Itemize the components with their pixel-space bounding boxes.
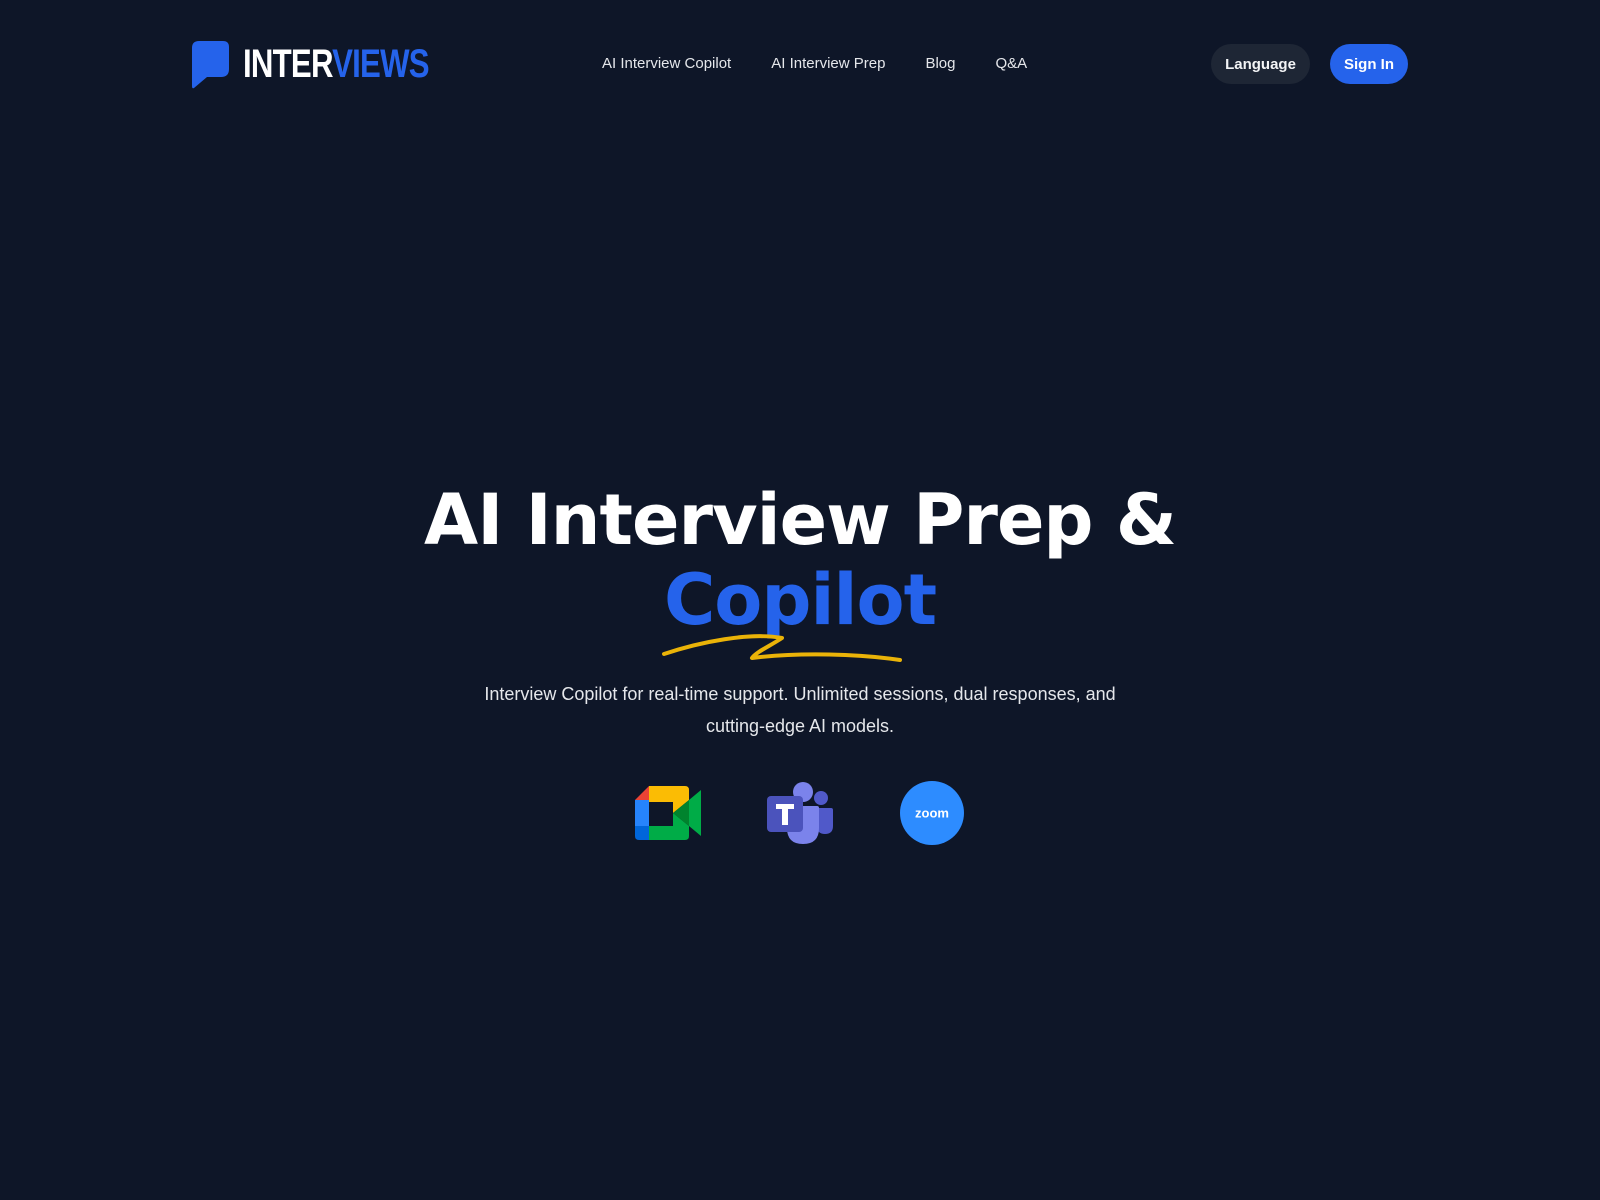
zoom-icon-label: zoom bbox=[915, 806, 949, 821]
platform-google-meet bbox=[633, 780, 703, 846]
language-button[interactable]: Language bbox=[1211, 44, 1310, 84]
logo-text-part1: INTER bbox=[243, 42, 333, 86]
zoom-icon: zoom bbox=[900, 781, 964, 845]
hero-title: AI Interview Prep & Copilot bbox=[0, 479, 1600, 662]
hero-title-highlight: Copilot bbox=[661, 559, 937, 662]
site-header: INTERVIEWS AI Interview Copilot AI Inter… bbox=[0, 0, 1600, 128]
logo-text: INTERVIEWS bbox=[243, 42, 430, 86]
nav-blog[interactable]: Blog bbox=[925, 52, 955, 76]
sign-in-button[interactable]: Sign In bbox=[1330, 44, 1408, 84]
nav-ai-interview-copilot[interactable]: AI Interview Copilot bbox=[602, 52, 731, 76]
nav-ai-interview-prep[interactable]: AI Interview Prep bbox=[771, 52, 885, 76]
logo[interactable]: INTERVIEWS bbox=[191, 39, 481, 89]
hero-title-line2: Copilot bbox=[663, 559, 937, 641]
nav-qa[interactable]: Q&A bbox=[995, 52, 1027, 76]
microsoft-teams-icon bbox=[767, 782, 833, 844]
hero-title-line1: AI Interview Prep & bbox=[424, 479, 1177, 561]
speech-bubble-icon bbox=[192, 41, 229, 89]
platform-microsoft-teams bbox=[765, 780, 835, 846]
main-nav: AI Interview Copilot AI Interview Prep B… bbox=[602, 52, 1027, 76]
hero-section: AI Interview Prep & Copilot Interview Co… bbox=[0, 480, 1600, 846]
platform-list: zoom bbox=[0, 780, 1600, 846]
platform-zoom: zoom bbox=[897, 780, 967, 846]
hero-subtitle: Interview Copilot for real-time support.… bbox=[484, 684, 1116, 736]
logo-text-part2: VIEWS bbox=[332, 42, 429, 86]
google-meet-icon bbox=[635, 786, 701, 840]
